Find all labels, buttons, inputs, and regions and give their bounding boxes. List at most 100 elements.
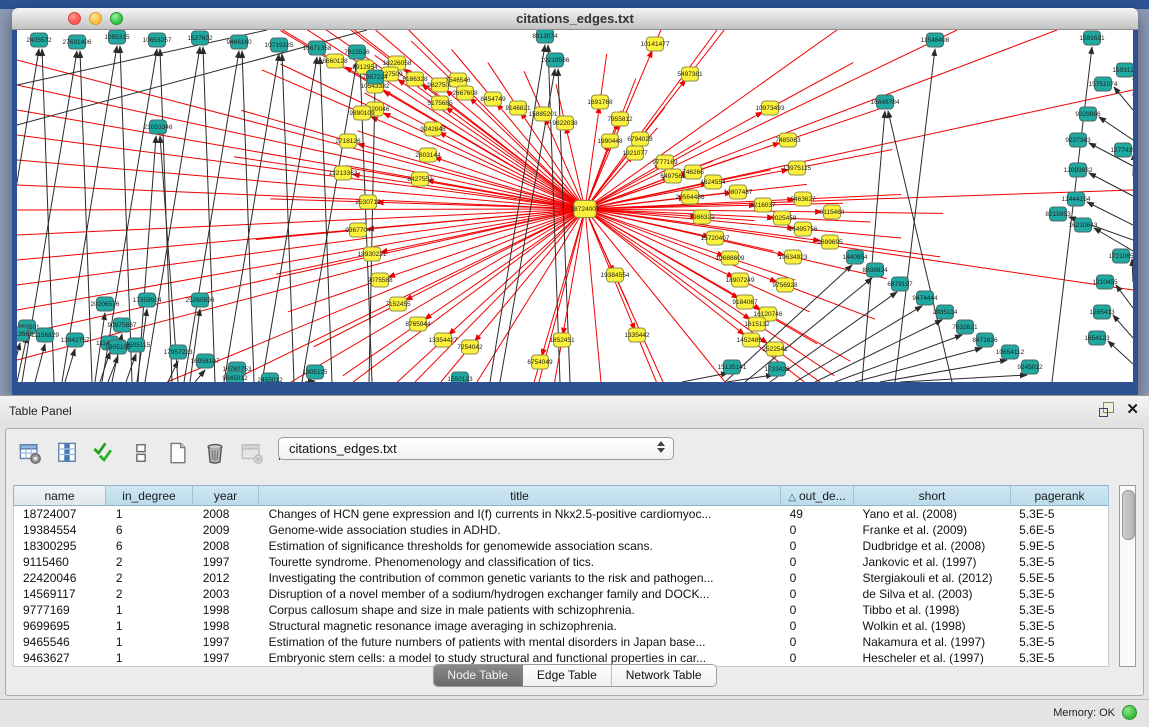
network-node[interactable]: 10688609 (716, 251, 745, 265)
network-node[interactable]: 19218586 (541, 53, 570, 67)
column-header-short[interactable]: short (854, 485, 1011, 506)
red-citation-edge[interactable] (256, 230, 358, 239)
network-node[interactable]: 7254042 (457, 340, 483, 354)
red-citation-edge[interactable] (17, 209, 585, 235)
window-titlebar[interactable]: citations_edges.txt (12, 8, 1138, 30)
network-node[interactable]: 1990448 (597, 134, 623, 148)
network-node[interactable]: 8660128 (322, 54, 348, 68)
network-node[interactable]: 10807487 (724, 185, 753, 199)
memory-status-icon[interactable] (1122, 705, 1137, 720)
red-citation-edge[interactable] (241, 110, 348, 141)
rows-icon[interactable] (127, 439, 155, 467)
table-row[interactable]: 1456911722003Disruption of a novel membe… (14, 586, 1108, 602)
network-node[interactable]: 1550123 (447, 372, 473, 382)
network-node[interactable]: 8471626 (972, 333, 998, 347)
network-node[interactable]: 16495756 (789, 222, 818, 236)
network-node[interactable]: 1654123 (1084, 331, 1110, 345)
black-citation-edge[interactable] (203, 47, 215, 382)
network-node[interactable]: 16210643 (1069, 218, 1098, 232)
black-citation-edge[interactable] (100, 352, 110, 382)
network-node[interactable]: 7986322 (689, 210, 715, 224)
red-citation-edge[interactable] (314, 304, 398, 347)
network-node[interactable]: 2803144 (415, 148, 441, 162)
black-citation-edge[interactable] (35, 344, 45, 382)
column-header-year[interactable]: year (193, 485, 259, 506)
network-node[interactable]: 2405572 (26, 33, 52, 47)
network-node[interactable]: 9245012 (1017, 360, 1043, 374)
red-citation-edge[interactable] (17, 209, 585, 210)
red-citation-edge[interactable] (803, 229, 901, 238)
network-node[interactable]: 9329966 (1075, 107, 1101, 121)
network-node[interactable]: 19384554 (601, 268, 630, 282)
table-vertical-scrollbar[interactable] (1119, 485, 1136, 667)
network-node[interactable]: 1095315 (104, 30, 130, 44)
table-row[interactable]: 1938455462009Genome-wide association stu… (14, 522, 1108, 538)
red-citation-edge[interactable] (585, 209, 601, 382)
network-node[interactable]: 9115460 (820, 205, 845, 219)
network-node[interactable]: 7546546 (445, 73, 471, 87)
network-node[interactable]: 8215953 (1045, 207, 1071, 221)
network-node[interactable]: 9227343 (1065, 133, 1091, 147)
float-window-icon[interactable] (1099, 402, 1114, 417)
network-node[interactable]: 18724007 (571, 201, 600, 218)
table-options-icon[interactable] (16, 439, 44, 467)
network-node[interactable]: 1733426 (764, 362, 790, 376)
network-node[interactable]: 5175685 (427, 96, 453, 110)
network-node[interactable]: 2935114 (933, 305, 958, 319)
black-citation-edge[interactable] (184, 51, 239, 382)
show-columns-icon[interactable] (53, 439, 81, 467)
network-node[interactable]: 1440954 (842, 250, 868, 264)
tab-edge-table[interactable]: Edge Table (523, 665, 612, 686)
network-node[interactable]: 8938924 (862, 263, 888, 277)
network-node[interactable]: 10973493 (756, 101, 785, 115)
red-citation-edge[interactable] (585, 30, 957, 209)
import-table-icon[interactable] (238, 439, 266, 467)
table-row[interactable]: 946554611997Estimation of the future num… (14, 634, 1108, 650)
black-citation-edge[interactable] (1094, 228, 1133, 251)
network-node[interactable]: 7485063 (775, 133, 801, 147)
network-node[interactable]: 1691768 (587, 95, 613, 109)
new-attribute-icon[interactable] (164, 439, 192, 467)
black-citation-edge[interactable] (282, 54, 294, 382)
network-node[interactable]: 1905115 (303, 365, 328, 379)
scrollbar-thumb[interactable] (1122, 490, 1135, 540)
black-citation-edge[interactable] (1113, 315, 1133, 338)
select-all-icon[interactable] (90, 439, 118, 467)
network-node[interactable]: 8765944 (405, 317, 431, 331)
network-node[interactable]: 15720407 (701, 231, 730, 245)
network-node[interactable]: 25260596 (186, 293, 215, 307)
network-node[interactable]: 6754049 (527, 355, 553, 369)
network-node[interactable]: 21053346 (144, 120, 173, 134)
table-row[interactable]: 911546021997Tourette syndrome. Phenomeno… (14, 554, 1108, 570)
network-node[interactable]: 9466160 (226, 35, 252, 49)
column-header-title[interactable]: title (259, 485, 781, 506)
red-citation-edge[interactable] (262, 70, 362, 113)
black-citation-edge[interactable] (145, 47, 200, 382)
network-node[interactable]: 12213363 (329, 166, 358, 180)
black-citation-edge[interactable] (102, 49, 157, 382)
black-citation-edge[interactable] (1099, 117, 1133, 140)
black-citation-edge[interactable] (195, 370, 205, 382)
red-citation-edge[interactable] (17, 209, 585, 285)
network-node[interactable]: 2667608 (452, 86, 478, 100)
network-node[interactable]: 1335442 (624, 328, 650, 342)
black-citation-edge[interactable] (1108, 341, 1133, 364)
network-node[interactable]: 27691406 (63, 35, 92, 49)
network-view[interactable]: 1097349374850631397511594636279115460100… (17, 30, 1133, 382)
table-row[interactable]: 969969511998Structural magnetic resonanc… (14, 618, 1108, 634)
network-node[interactable]: 12444154 (1062, 192, 1091, 206)
network-node[interactable]: 1721065 (1108, 249, 1133, 263)
black-citation-edge[interactable] (900, 375, 1027, 382)
network-node[interactable]: 7955812 (607, 112, 633, 126)
network-node[interactable]: 1265413 (1089, 305, 1115, 319)
network-node[interactable]: 16648784 (871, 95, 900, 109)
black-citation-edge[interactable] (305, 381, 315, 382)
network-node[interactable]: 1593121 (1112, 63, 1133, 77)
network-node[interactable]: 2718126 (335, 134, 361, 148)
network-node[interactable]: 9822038 (552, 116, 578, 130)
delete-attribute-icon[interactable] (201, 439, 229, 467)
network-node[interactable]: 1277435 (1110, 143, 1133, 157)
network-node[interactable]: 20564486 (676, 190, 705, 204)
red-citation-edge[interactable] (379, 340, 443, 382)
red-citation-edge[interactable] (832, 212, 943, 213)
